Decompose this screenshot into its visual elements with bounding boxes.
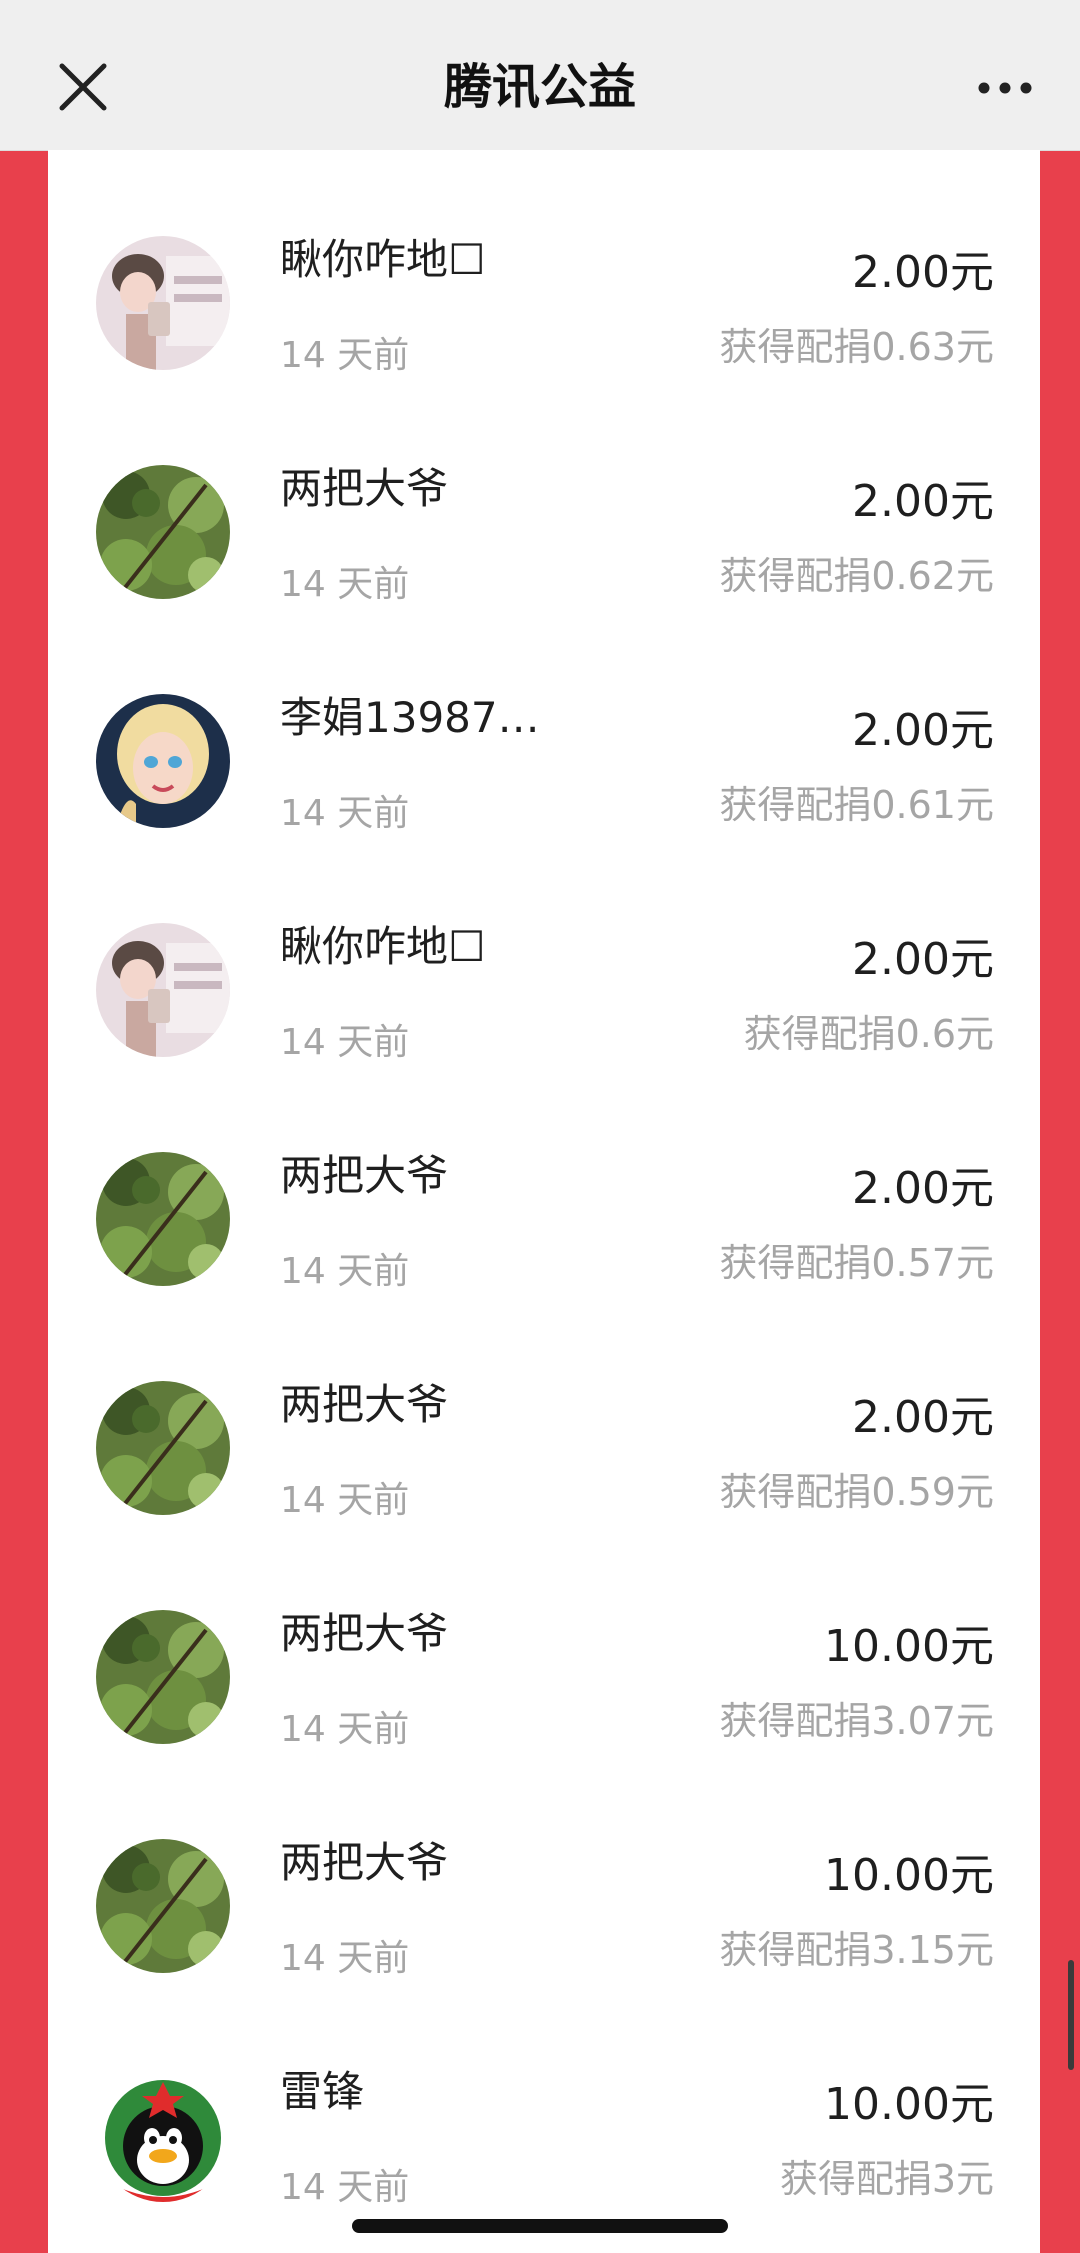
donation-time: 14 天前 [280,2167,410,2208]
more-button[interactable] [970,60,1040,110]
donation-time: 14 天前 [280,564,410,605]
donation-row[interactable]: 两把大爷 14 天前 2.00元 获得配捐0.62元 [48,379,1040,608]
avatar-photo-girl-icon [96,236,230,370]
donor-name: 两把大爷 [280,1838,449,1887]
donation-time: 14 天前 [280,335,410,376]
matched-donation: 获得配捐0.59元 [719,1470,994,1514]
donation-time: 14 天前 [280,1022,410,1063]
donation-row[interactable]: 李娟13987… 14 天前 2.00元 获得配捐0.61元 [48,608,1040,837]
donor-name: 瞅你咋地☐ [280,235,486,284]
donation-amount: 2.00元 [852,247,994,298]
avatar-green-plant-icon [96,1610,230,1744]
avatar[interactable] [96,465,230,599]
avatar-green-plant-icon [96,1152,230,1286]
donation-row[interactable]: 两把大爷 14 天前 10.00元 获得配捐3.15元 [48,1753,1040,1982]
matched-donation: 获得配捐3元 [779,2157,994,2201]
avatar-qq-penguin-icon [96,2068,230,2202]
donor-name: 两把大爷 [280,1380,449,1429]
donation-row[interactable]: 两把大爷 14 天前 2.00元 获得配捐0.57元 [48,1066,1040,1295]
donation-amount: 2.00元 [852,934,994,985]
matched-donation: 获得配捐3.15元 [719,1928,994,1972]
donation-row[interactable]: 雷锋 14 天前 10.00元 获得配捐3元 [48,1982,1040,2211]
avatar[interactable] [96,1381,230,1515]
avatar[interactable] [96,236,230,370]
donation-amount: 2.00元 [852,1392,994,1443]
avatar-photo-girl-icon [96,923,230,1057]
avatar-green-plant-icon [96,1381,230,1515]
page-title: 腾讯公益 [443,59,636,115]
donor-name: 雷锋 [280,2067,365,2116]
matched-donation: 获得配捐0.61元 [719,783,994,827]
donation-amount: 10.00元 [824,2079,994,2130]
avatar-cartoon-princess-icon [96,694,230,828]
donor-name: 两把大爷 [280,1609,449,1658]
donation-row[interactable]: 瞅你咋地☐ 14 天前 2.00元 获得配捐0.6元 [48,837,1040,1066]
matched-donation: 获得配捐3.07元 [719,1699,994,1743]
avatar[interactable] [96,2068,230,2202]
donation-time: 14 天前 [280,1709,410,1750]
avatar[interactable] [96,923,230,1057]
avatar-green-plant-icon [96,465,230,599]
donation-time: 14 天前 [280,1251,410,1292]
avatar-green-plant-icon [96,1839,230,1973]
donation-amount: 2.00元 [852,1163,994,1214]
matched-donation: 获得配捐0.62元 [719,554,994,598]
donation-amount: 10.00元 [824,1621,994,1672]
donor-name: 两把大爷 [280,464,449,513]
scrollbar[interactable] [1068,1960,1074,2070]
donation-list: 瞅你咋地☐ 14 天前 2.00元 获得配捐0.63元 两把大爷 14 天前 2… [48,150,1040,2253]
avatar[interactable] [96,1839,230,1973]
donation-amount: 10.00元 [824,1850,994,1901]
donor-name: 瞅你咋地☐ [280,922,486,971]
top-bar: 腾讯公益 [0,0,1080,151]
donor-name: 两把大爷 [280,1151,449,1200]
avatar[interactable] [96,1610,230,1744]
matched-donation: 获得配捐0.57元 [719,1241,994,1285]
donation-row[interactable]: 两把大爷 14 天前 10.00元 获得配捐3.07元 [48,1524,1040,1753]
donor-name: 李娟13987… [280,693,540,742]
home-indicator[interactable] [352,2219,728,2233]
avatar[interactable] [96,1152,230,1286]
screen: 腾讯公益 瞅你咋地☐ 14 天前 2.00元 获得配捐0.63元 两把大爷 14… [0,0,1080,2253]
donation-time: 14 天前 [280,1480,410,1521]
donation-row[interactable]: 瞅你咋地☐ 14 天前 2.00元 获得配捐0.63元 [48,150,1040,379]
avatar[interactable] [96,694,230,828]
donation-amount: 2.00元 [852,476,994,527]
more-icon [978,82,1032,94]
matched-donation: 获得配捐0.6元 [743,1012,994,1056]
donation-row[interactable]: 两把大爷 14 天前 2.00元 获得配捐0.59元 [48,1295,1040,1524]
donation-time: 14 天前 [280,793,410,834]
donation-amount: 2.00元 [852,705,994,756]
matched-donation: 获得配捐0.63元 [719,325,994,369]
donation-time: 14 天前 [280,1938,410,1979]
